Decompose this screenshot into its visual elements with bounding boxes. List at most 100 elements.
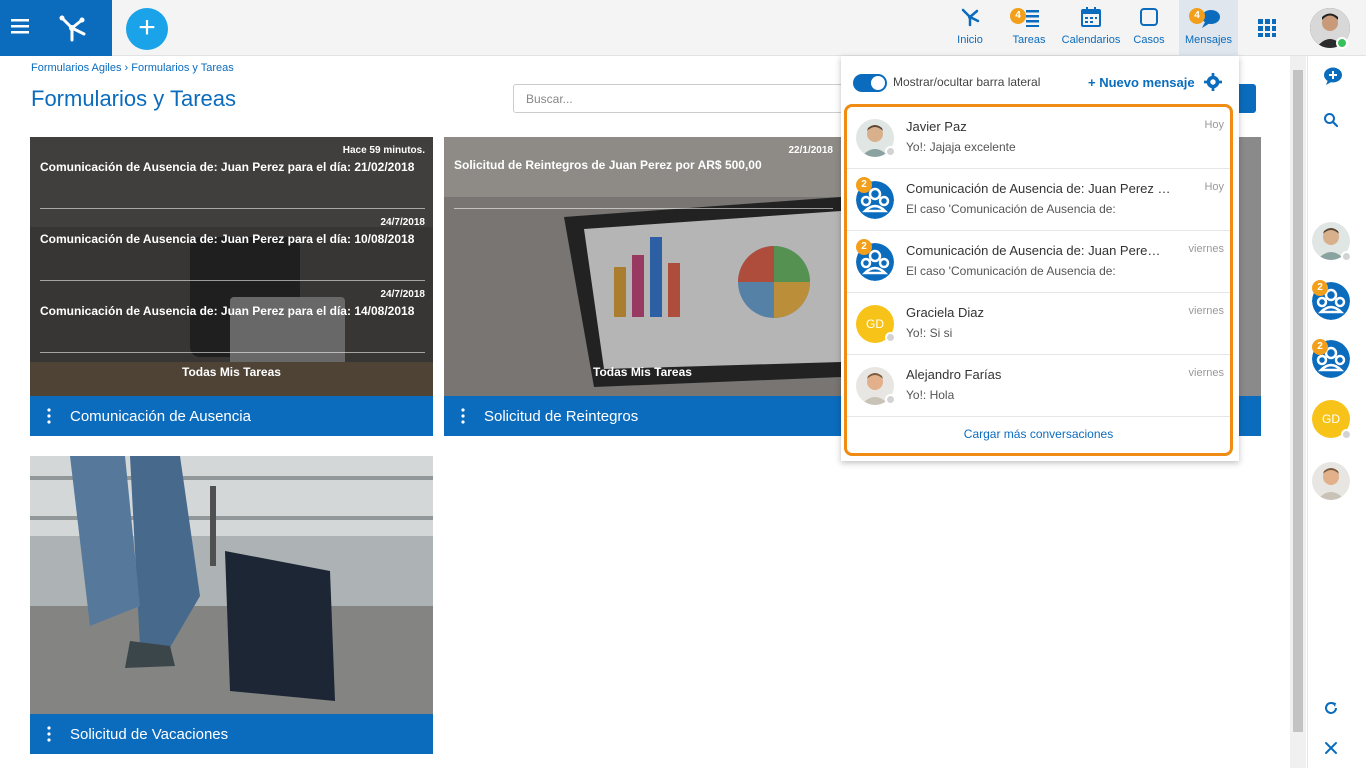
card-background-image — [30, 137, 433, 396]
conversation-time: Hoy — [1204, 119, 1224, 131]
apps-grid-icon[interactable] — [1257, 18, 1277, 38]
task-item[interactable]: 24/7/2018 Comunicación de Ausencia de: J… — [40, 289, 425, 318]
conversation-item[interactable]: Alejandro Farías Yo!: Hola viernes — [847, 355, 1230, 417]
breadcrumb[interactable]: Formularios Agiles › Formularios y Tarea… — [31, 62, 234, 74]
new-message-button[interactable]: + Nuevo mensaje — [1088, 75, 1195, 90]
conversation-name: Comunicación de Ausencia de: Juan Perez … — [906, 181, 1174, 196]
all-tasks-link[interactable]: Todas Mis Tareas — [30, 365, 433, 379]
divider — [454, 208, 833, 209]
nav-casos[interactable]: Casos — [1131, 6, 1167, 52]
conversation-name: Alejandro Farías — [906, 367, 1002, 382]
card-title: Solicitud de Vacaciones — [70, 726, 229, 743]
nav-label: Calendarios — [1061, 34, 1121, 46]
card-background-image — [30, 456, 433, 714]
conversation-time: viernes — [1188, 305, 1224, 317]
card-footer[interactable]: Solicitud de Vacaciones — [30, 714, 433, 754]
nav-tareas[interactable]: 4 Tareas — [1009, 6, 1049, 52]
status-dot — [885, 146, 896, 157]
top-bar: + Inicio 4 Tareas Calendarios Casos 4 Me… — [0, 0, 1366, 56]
task-item[interactable]: Hace 59 minutos. Comunicación de Ausenci… — [40, 145, 425, 174]
unread-badge: 2 — [1312, 339, 1328, 355]
task-desc: Comunicación de Ausencia de: Juan Perez … — [40, 232, 415, 246]
page-title: Formularios y Tareas — [31, 86, 236, 111]
card-footer[interactable]: Comunicación de Ausencia — [30, 396, 433, 436]
conversation-item[interactable]: 2 Comunicación de Ausencia de: Juan Pere… — [847, 169, 1230, 231]
conversation-time: Hoy — [1204, 181, 1224, 193]
kebab-menu-icon[interactable] — [47, 726, 51, 742]
status-dot — [1341, 429, 1352, 440]
messages-icon — [1179, 6, 1238, 30]
sidebar-toggle[interactable] — [853, 74, 887, 92]
nav-mensajes[interactable]: 4 Mensajes — [1179, 0, 1238, 56]
conversation-preview: Yo!: Jajaja excelente — [906, 140, 1016, 154]
divider — [40, 352, 425, 353]
conversation-list: Javier Paz Yo!: Jajaja excelente Hoy 2 C… — [844, 104, 1233, 456]
conversation-item[interactable]: GD Graciela Diaz Yo!: Si si viernes — [847, 293, 1230, 355]
task-time: 24/7/2018 — [380, 289, 426, 300]
unread-badge: 2 — [856, 177, 872, 193]
status-dot — [885, 332, 896, 343]
close-icon[interactable] — [1324, 741, 1338, 755]
task-desc: Comunicación de Ausencia de: Juan Perez … — [40, 160, 415, 174]
search-input[interactable]: Buscar... — [513, 84, 843, 113]
calendar-icon — [1061, 6, 1121, 30]
task-time: 22/1/2018 — [788, 145, 834, 156]
task-item[interactable]: 24/7/2018 Comunicación de Ausencia de: J… — [40, 217, 425, 246]
cases-icon — [1131, 6, 1167, 30]
app-logo-icon[interactable] — [54, 12, 90, 44]
messages-panel: Mostrar/ocultar barra lateral + Nuevo me… — [841, 56, 1239, 461]
scroll-thumb[interactable] — [1293, 70, 1303, 732]
card-footer[interactable]: Solicitud de Reintegros — [444, 396, 841, 436]
status-dot — [1341, 251, 1352, 262]
kebab-menu-icon[interactable] — [461, 408, 465, 424]
nav-calendarios[interactable]: Calendarios — [1061, 6, 1121, 52]
brand-block — [0, 0, 112, 56]
task-desc: Comunicación de Ausencia de: Juan Perez … — [40, 304, 415, 318]
nav-inicio[interactable]: Inicio — [952, 6, 988, 52]
new-chat-icon[interactable] — [1322, 66, 1344, 86]
task-time: 24/7/2018 — [380, 217, 426, 228]
hamburger-menu-icon[interactable] — [10, 16, 30, 36]
nav-label: Mensajes — [1184, 34, 1233, 46]
all-tasks-link[interactable]: Todas Mis Tareas — [444, 365, 841, 379]
nav-label: Inicio — [957, 34, 983, 46]
conversation-preview: El caso 'Comunicación de Ausencia de: — [906, 202, 1116, 216]
nav-label: Casos — [1133, 34, 1165, 46]
network-icon — [952, 6, 988, 30]
task-time: Hace 59 minutos. — [342, 145, 425, 156]
scrollbar[interactable] — [1290, 56, 1306, 768]
card-solicitud-vacaciones[interactable]: Solicitud de Vacaciones — [30, 456, 433, 754]
divider — [40, 208, 425, 209]
add-button[interactable]: + — [126, 8, 168, 50]
messages-badge: 4 — [1189, 8, 1205, 24]
card-comunicacion-ausencia[interactable]: Hace 59 minutos. Comunicación de Ausenci… — [30, 137, 433, 436]
card-title: Comunicación de Ausencia — [70, 408, 251, 425]
refresh-icon[interactable] — [1323, 700, 1339, 716]
search-icon[interactable] — [1323, 112, 1339, 128]
task-item[interactable]: 22/1/2018 Solicitud de Reintegros de Jua… — [454, 145, 833, 172]
unread-badge: 2 — [1312, 280, 1328, 296]
conversation-preview: El caso 'Comunicación de Ausencia de: — [906, 264, 1116, 278]
conversation-name: Comunicación de Ausencia de: Juan Perez … — [906, 243, 1166, 258]
divider — [40, 280, 425, 281]
status-dot — [885, 394, 896, 405]
kebab-menu-icon[interactable] — [47, 408, 51, 424]
gear-icon[interactable] — [1204, 73, 1222, 91]
conversation-preview: Yo!: Hola — [906, 388, 955, 402]
nav-label: Tareas — [1012, 34, 1046, 46]
online-status-dot — [1336, 37, 1348, 49]
tasks-badge: 4 — [1010, 8, 1026, 24]
toggle-label: Mostrar/ocultar barra lateral — [893, 75, 1041, 89]
conversation-preview: Yo!: Si si — [906, 326, 953, 340]
task-desc: Solicitud de Reintegros de Juan Perez po… — [454, 158, 762, 172]
conversation-item[interactable]: Javier Paz Yo!: Jajaja excelente Hoy — [847, 107, 1230, 169]
card-solicitud-reintegros[interactable]: 22/1/2018 Solicitud de Reintegros de Jua… — [444, 137, 841, 436]
sidebar-avatar-alejandro[interactable] — [1312, 462, 1350, 500]
card-background-image — [444, 137, 841, 396]
conversation-item[interactable]: 2 Comunicación de Ausencia de: Juan Pere… — [847, 231, 1230, 293]
load-more-link[interactable]: Cargar más conversaciones — [847, 427, 1230, 441]
conversation-name: Javier Paz — [906, 119, 967, 134]
unread-badge: 2 — [856, 239, 872, 255]
conversation-time: viernes — [1188, 243, 1224, 255]
conversation-name: Graciela Diaz — [906, 305, 985, 320]
